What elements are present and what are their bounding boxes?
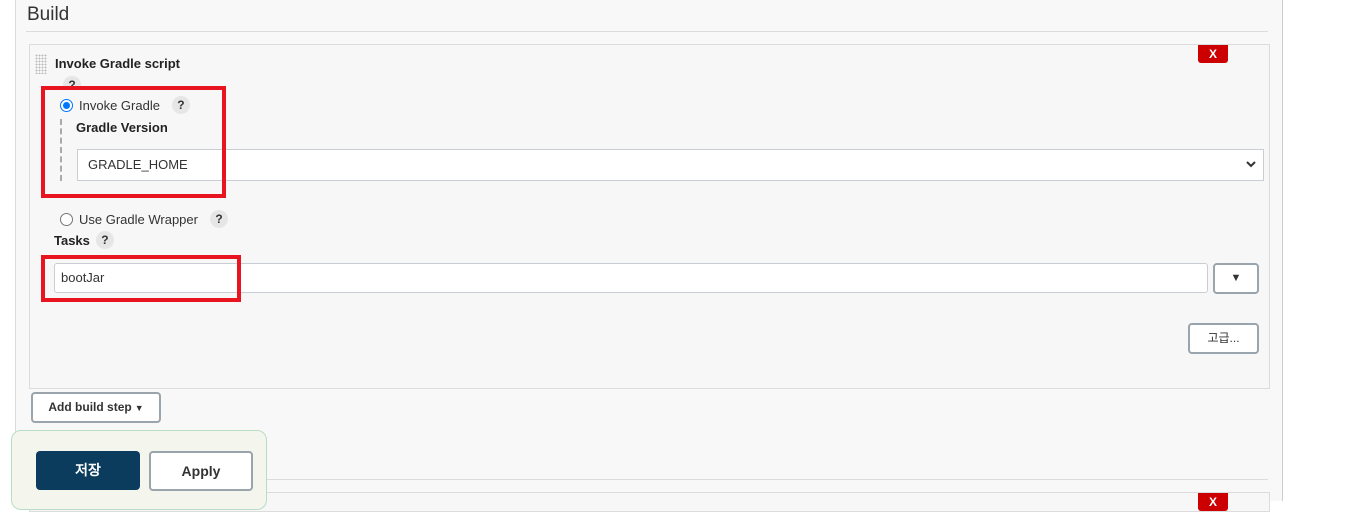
caret-down-icon: ▼: [134, 403, 144, 413]
invoke-gradle-label[interactable]: Invoke Gradle: [79, 98, 160, 113]
add-build-step-button[interactable]: Add build step ▼: [31, 392, 161, 423]
apply-button[interactable]: Apply: [149, 451, 253, 491]
tasks-label: Tasks: [54, 232, 90, 248]
advanced-button[interactable]: 고급...: [1188, 323, 1259, 354]
build-config-panel: Build Invoke Gradle script ? X Invoke Gr…: [15, 0, 1283, 512]
use-gradle-wrapper-radio[interactable]: [60, 212, 73, 226]
drag-handle-icon[interactable]: [35, 54, 47, 74]
tasks-expand-button[interactable]: ▼: [1213, 263, 1259, 294]
question-mark-icon[interactable]: ?: [63, 76, 81, 88]
use-gradle-wrapper-label[interactable]: Use Gradle Wrapper: [79, 212, 198, 227]
build-step-title: Invoke Gradle script: [55, 56, 180, 71]
gradle-version-select[interactable]: GRADLE_HOME: [77, 149, 1264, 181]
nested-indent-line: [60, 119, 62, 181]
add-build-step-label: Add build step: [48, 400, 132, 414]
gradle-version-label: Gradle Version: [76, 120, 168, 135]
invoke-gradle-radio[interactable]: [60, 98, 73, 112]
question-mark-icon[interactable]: ?: [95, 231, 114, 249]
question-mark-icon[interactable]: ?: [171, 96, 190, 114]
delete-next-step-button[interactable]: X: [1198, 493, 1228, 511]
tasks-label-row: Tasks ?: [54, 231, 114, 249]
section-divider: [26, 31, 1268, 32]
chevron-down-icon: [1245, 150, 1257, 191]
question-mark-icon[interactable]: ?: [209, 210, 228, 228]
triangle-down-icon: ▼: [1230, 272, 1242, 284]
delete-build-step-button[interactable]: X: [1198, 45, 1228, 63]
save-button[interactable]: 저장: [36, 451, 140, 490]
gradle-version-value: GRADLE_HOME: [88, 157, 188, 172]
invoke-gradle-option[interactable]: Invoke Gradle ?: [60, 96, 190, 114]
use-gradle-wrapper-option[interactable]: Use Gradle Wrapper ?: [60, 210, 228, 228]
tasks-value: bootJar: [61, 270, 105, 285]
build-step-invoke-gradle: Invoke Gradle script ? X Invoke Gradle ?…: [29, 44, 1270, 389]
section-title: Build: [27, 4, 70, 25]
bottom-sticky-bar: 저장 Apply: [11, 430, 267, 510]
tasks-input[interactable]: bootJar: [54, 263, 1208, 293]
build-step-help[interactable]: ?: [63, 76, 81, 88]
